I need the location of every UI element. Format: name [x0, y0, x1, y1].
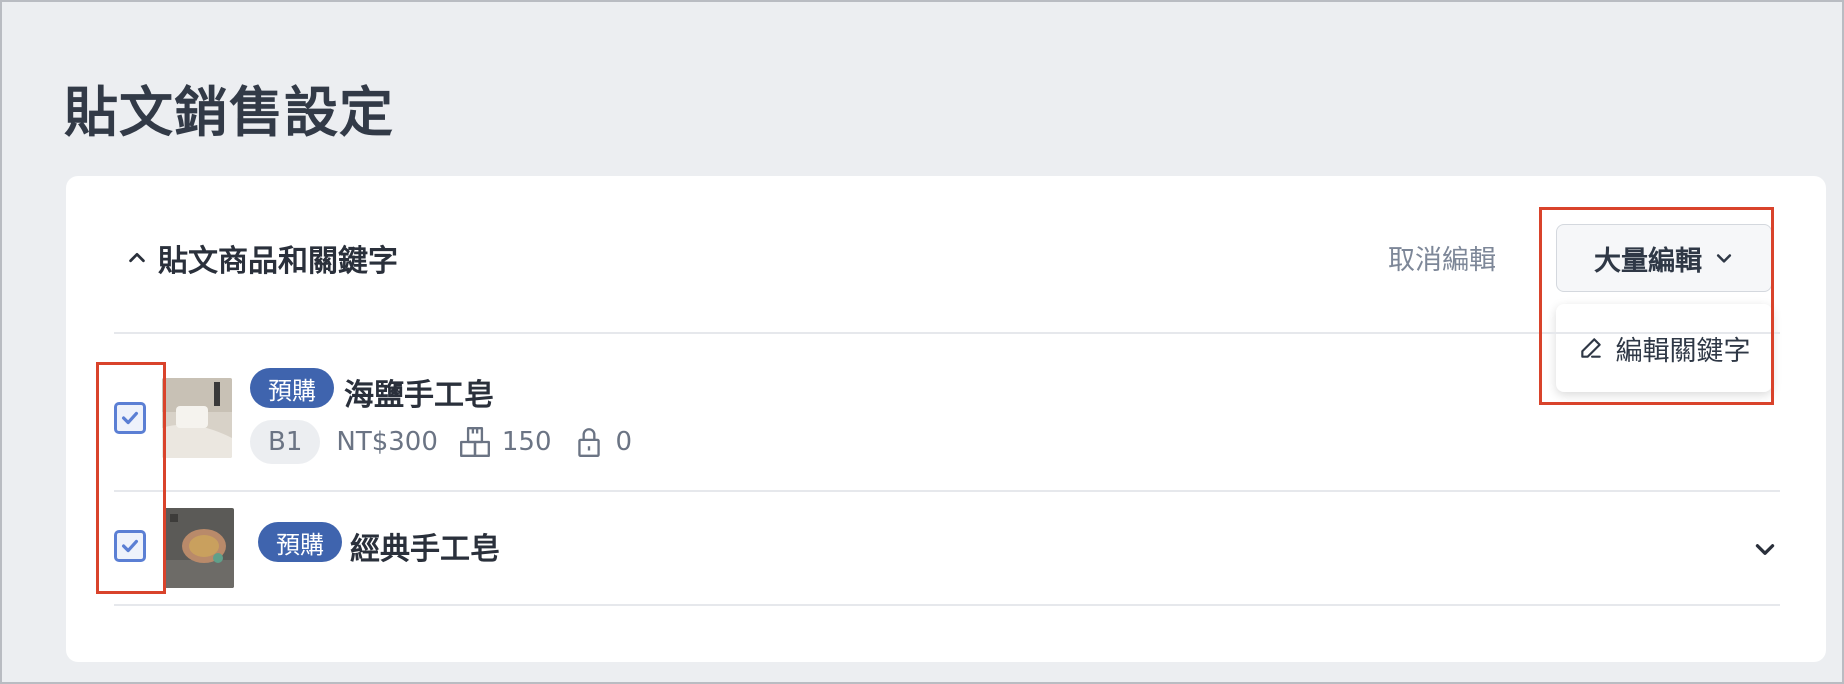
stock-info: 150 [458, 425, 552, 459]
divider [114, 490, 1780, 492]
locked-info: 0 [572, 425, 633, 459]
product-price: NT$300 [336, 427, 438, 457]
locked-value: 0 [615, 427, 633, 457]
product-code: B1 [250, 420, 321, 464]
product-thumbnail [162, 378, 232, 458]
page-title: 貼文銷售設定 [64, 81, 394, 144]
lock-icon [577, 428, 600, 457]
highlight-box-bulk-edit [1539, 207, 1774, 405]
product-meta: B1 NT$300 150 0 [250, 420, 632, 464]
section-toggle[interactable]: 貼文商品和關鍵字 [126, 236, 398, 280]
preorder-tag: 預購 [258, 522, 342, 562]
divider [114, 604, 1780, 606]
cancel-edit-button[interactable]: 取消編輯 [1388, 238, 1496, 277]
product-thumbnail [164, 508, 234, 588]
highlight-box-checkboxes [96, 362, 166, 594]
stock-value: 150 [501, 427, 552, 457]
chevron-up-icon [129, 252, 145, 263]
section-title: 貼文商品和關鍵字 [158, 244, 398, 279]
boxes-icon [459, 427, 490, 457]
preorder-tag: 預購 [250, 368, 334, 408]
chevron-down-icon[interactable] [1752, 536, 1778, 562]
product-name: 海鹽手工皂 [344, 378, 494, 413]
product-name: 經典手工皂 [350, 532, 500, 567]
divider [114, 332, 1780, 334]
